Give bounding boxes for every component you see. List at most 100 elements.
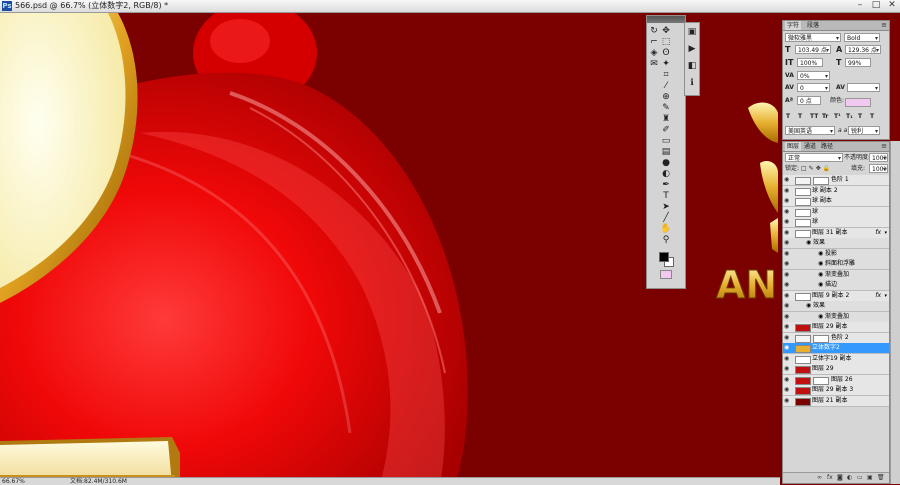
- visibility-eye-icon[interactable]: ◉: [784, 343, 789, 353]
- history-brush-tool-icon[interactable]: ✐: [659, 125, 673, 135]
- tracking-field[interactable]: 0%: [797, 71, 830, 80]
- type-style-button-5[interactable]: T₁: [846, 113, 853, 121]
- layer-row[interactable]: ◉ ◉ 渐变叠加: [783, 269, 889, 281]
- effect-visibility-icon[interactable]: ◉: [806, 301, 811, 311]
- layer-row[interactable]: ◉ 图层 29: [783, 364, 889, 375]
- panel-menu-icon[interactable]: ≡: [881, 21, 887, 30]
- layer-row[interactable]: ◉ 立体数字2: [783, 343, 889, 354]
- expand-effects-icon[interactable]: ▾: [884, 291, 887, 301]
- lock-icons[interactable]: □✎✥🔒: [801, 164, 832, 173]
- visibility-eye-icon[interactable]: ◉: [784, 354, 789, 364]
- type-style-button-3[interactable]: Tr: [822, 113, 828, 121]
- vertical-scale-field[interactable]: 100%: [797, 58, 823, 67]
- visibility-eye-icon[interactable]: ◉: [784, 322, 789, 332]
- tab-paths[interactable]: 路径: [819, 142, 835, 151]
- visibility-eye-icon[interactable]: ◉: [784, 301, 789, 311]
- eraser-tool-icon[interactable]: ▭: [659, 136, 673, 146]
- type-style-button-1[interactable]: T: [798, 113, 802, 121]
- horizontal-scale-field[interactable]: 99%: [845, 58, 871, 67]
- font-size-field[interactable]: 103.49 点: [795, 45, 831, 54]
- visibility-eye-icon[interactable]: ◉: [784, 333, 789, 343]
- 3d-tool-icon[interactable]: ◈: [647, 48, 661, 58]
- layer-fx-icon[interactable]: fx: [875, 228, 881, 238]
- layer-row[interactable]: ◉ 色阶 2: [783, 332, 889, 344]
- hand-tool-icon[interactable]: ✋: [659, 224, 673, 234]
- crop-tool-icon[interactable]: ⌗: [659, 70, 673, 80]
- delete-layer-icon[interactable]: 🗑: [877, 473, 885, 483]
- visibility-eye-icon[interactable]: ◉: [784, 228, 789, 238]
- visibility-eye-icon[interactable]: ◉: [784, 207, 789, 217]
- layer-mask-thumbnail[interactable]: [813, 334, 829, 343]
- opacity-field[interactable]: 100%: [869, 153, 888, 162]
- effect-visibility-icon[interactable]: ◉: [818, 259, 823, 269]
- new-layer-icon[interactable]: ▣: [867, 473, 873, 483]
- visibility-eye-icon[interactable]: ◉: [784, 259, 789, 269]
- foreground-color-swatch[interactable]: [659, 252, 669, 262]
- layer-row[interactable]: ◉ ◉ 描边: [783, 280, 889, 291]
- magic-wand-tool-icon[interactable]: ✦: [659, 59, 673, 69]
- rotate-view-tool-icon[interactable]: ↻: [647, 26, 661, 36]
- tools-panel-header[interactable]: [647, 16, 685, 23]
- visibility-eye-icon[interactable]: ◉: [784, 186, 789, 196]
- zoom-tool-icon[interactable]: ⚲: [659, 235, 673, 245]
- layer-row[interactable]: ◉ 立体字19 副本: [783, 353, 889, 365]
- type-tool-icon[interactable]: T: [659, 191, 673, 201]
- stamp-tool-icon[interactable]: ♜: [659, 114, 673, 124]
- visibility-eye-icon[interactable]: ◉: [784, 249, 789, 259]
- layer-fx-icon[interactable]: fx: [875, 291, 881, 301]
- kerning-pair-field[interactable]: [847, 83, 880, 92]
- visibility-eye-icon[interactable]: ◉: [784, 175, 789, 185]
- layer-row[interactable]: ◉ 球: [783, 206, 889, 218]
- navigator-panel-icon[interactable]: ◧: [685, 57, 699, 74]
- brush-tool-icon[interactable]: ✎: [659, 103, 673, 113]
- visibility-eye-icon[interactable]: ◉: [784, 396, 789, 406]
- type-style-button-6[interactable]: T: [858, 113, 862, 121]
- shape-tool-icon[interactable]: ╱: [659, 213, 673, 223]
- layer-row[interactable]: ◉ 图层 21 副本: [783, 395, 889, 407]
- visibility-eye-icon[interactable]: ◉: [784, 238, 789, 248]
- minimize-button[interactable]: –: [852, 0, 868, 12]
- layer-row[interactable]: ◉ 图层 29 副本 3: [783, 385, 889, 396]
- layer-row[interactable]: ◉ 球: [783, 217, 889, 228]
- text-color-swatch[interactable]: [845, 98, 871, 107]
- tab-paragraph[interactable]: 段落: [805, 21, 821, 30]
- tab-character[interactable]: 字符: [785, 21, 802, 30]
- history-panel-icon[interactable]: ▣: [685, 23, 699, 40]
- visibility-eye-icon[interactable]: ◉: [784, 270, 789, 280]
- pen-tool-icon[interactable]: ✒: [659, 180, 673, 190]
- expand-effects-icon[interactable]: ▾: [884, 228, 887, 238]
- move-tool-icon[interactable]: ✥: [659, 26, 673, 36]
- layer-row[interactable]: ◉ ◉ 斜面和浮雕: [783, 259, 889, 270]
- visibility-eye-icon[interactable]: ◉: [784, 291, 789, 301]
- add-style-icon[interactable]: fx: [827, 473, 833, 483]
- layer-row[interactable]: ◉ 图层 31 副本 fx ▾: [783, 227, 889, 239]
- type-style-button-2[interactable]: TT: [810, 113, 818, 121]
- visibility-eye-icon[interactable]: ◉: [784, 217, 789, 227]
- tab-channels[interactable]: 通道: [802, 142, 818, 151]
- effect-visibility-icon[interactable]: ◉: [818, 249, 823, 259]
- layer-row[interactable]: ◉ 图层 29 副本: [783, 322, 889, 333]
- lasso-tool-icon[interactable]: ʘ: [659, 48, 673, 58]
- add-mask-icon[interactable]: ◙: [837, 473, 843, 483]
- actions-panel-icon[interactable]: ▶: [685, 40, 699, 57]
- info-panel-icon[interactable]: ℹ: [685, 74, 699, 91]
- maximize-button[interactable]: □: [868, 0, 884, 12]
- leading-field[interactable]: 129.36 点: [845, 45, 881, 54]
- layer-row[interactable]: ◉ ◉ 效果: [783, 301, 889, 312]
- layer-row[interactable]: ◉ 色阶 1: [783, 175, 889, 186]
- marquee-tool-icon[interactable]: ⬚: [659, 37, 673, 47]
- layer-row[interactable]: ◉ ◉ 投影: [783, 248, 889, 260]
- font-family-select[interactable]: 微软雅黑: [785, 33, 841, 42]
- layer-row[interactable]: ◉ 图层 9 副本 2 fx ▾: [783, 290, 889, 302]
- blend-mode-select[interactable]: 正常: [785, 153, 843, 162]
- type-style-button-4[interactable]: T¹: [834, 113, 841, 121]
- layer-row[interactable]: ◉ ◉ 效果: [783, 238, 889, 249]
- dodge-tool-icon[interactable]: ◐: [659, 169, 673, 179]
- quick-mask-button[interactable]: [660, 270, 672, 279]
- adjustment-layer-icon[interactable]: ◐: [847, 473, 852, 483]
- close-button[interactable]: ✕: [884, 0, 900, 12]
- visibility-eye-icon[interactable]: ◉: [784, 312, 789, 322]
- visibility-eye-icon[interactable]: ◉: [784, 385, 789, 395]
- link-layers-icon[interactable]: ∞: [817, 473, 822, 483]
- tab-layers[interactable]: 图层: [785, 142, 802, 151]
